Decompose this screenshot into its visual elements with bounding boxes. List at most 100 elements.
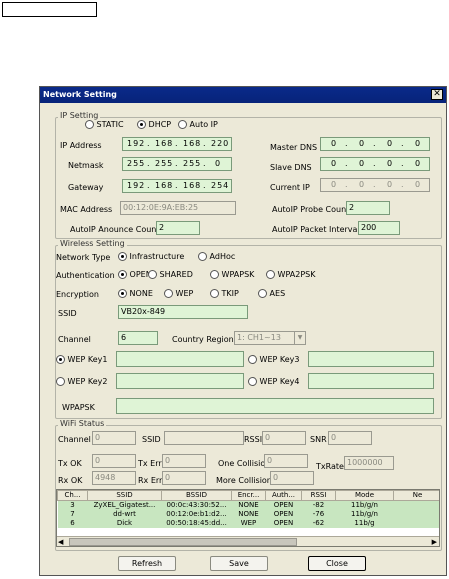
ip-octet: 168 (155, 139, 174, 148)
col-header[interactable]: Encr... (231, 490, 266, 501)
table-cell: OPEN (273, 501, 294, 509)
ip-octet: 220 (211, 139, 230, 148)
current-ip-label: Current IP (270, 183, 310, 192)
wep-key2-radio[interactable] (56, 377, 65, 386)
gateway-field[interactable]: 192. 168. 168. 254 (122, 179, 232, 193)
enc-none[interactable]: NONE (118, 289, 153, 299)
col-header[interactable]: Mode (335, 490, 394, 501)
refresh-button[interactable]: Refresh (118, 556, 176, 571)
authentication-label: Authentication (56, 271, 115, 280)
table-row[interactable]: 6 Dick 00:50:18:45:dd... WEP OPEN -62 11b/g (58, 519, 440, 528)
autoip-interval-label: AutoIP Packet Interval (272, 225, 360, 234)
horizontal-scrollbar[interactable]: ◀ ▶ (57, 536, 439, 546)
auth-wpa2psk[interactable]: WPA2PSK (266, 270, 315, 280)
ip-octet: 168 (183, 139, 202, 148)
network-type-infrastructure[interactable]: Infrastructure (118, 252, 184, 262)
netmask-octet: 0 (215, 159, 222, 168)
wep-key2-option[interactable]: WEP Key2 (56, 377, 107, 387)
ip-address-field[interactable]: 192. 168. 168. 220 (122, 137, 232, 151)
close-button[interactable]: Close (308, 556, 366, 571)
dns-octet: 0 (359, 159, 366, 168)
wpapsk-input[interactable] (116, 398, 434, 414)
none-radio[interactable] (118, 289, 127, 298)
enc-aes[interactable]: AES (258, 289, 285, 299)
netmask-octet: 255 (155, 159, 174, 168)
wep-key3-option[interactable]: WEP Key3 (248, 355, 299, 365)
table-cell: NONE (238, 510, 259, 518)
status-snr-label: SNR (310, 435, 327, 444)
slave-dns-field[interactable]: 0. 0. 0. 0 (320, 157, 430, 171)
close-icon[interactable]: ✕ (431, 89, 443, 100)
netmask-field[interactable]: 255. 255. 255. 0 (122, 157, 232, 171)
wifi-status-label: WiFi Status (58, 419, 107, 429)
gateway-octet: 168 (155, 181, 174, 190)
ip-mode-autoip[interactable]: Auto IP (178, 120, 218, 130)
wep-key3-input[interactable] (308, 351, 434, 367)
country-region-value: 1: CH1~13 (237, 333, 281, 342)
tkip-radio[interactable] (210, 289, 219, 298)
infrastructure-radio[interactable] (118, 252, 127, 261)
auth-wpapsk[interactable]: WPAPSK (210, 270, 254, 280)
wpapsk-radio[interactable] (210, 270, 219, 279)
tkip-label: TKIP (221, 289, 239, 298)
wep-key4-radio[interactable] (248, 377, 257, 386)
shared-radio[interactable] (148, 270, 157, 279)
static-radio[interactable] (85, 120, 94, 129)
current-ip-field: 0. 0. 0. 0 (320, 178, 430, 192)
autoip-probe-input[interactable]: 2 (346, 201, 390, 215)
ssid-input[interactable]: VB20x-849 (118, 305, 248, 319)
col-header[interactable]: SSID (87, 490, 162, 501)
enc-wep[interactable]: WEP (164, 289, 193, 299)
col-header[interactable]: RSSI (301, 490, 336, 501)
table-cell: Dick (116, 519, 133, 527)
wep-radio[interactable] (164, 289, 173, 298)
aes-radio[interactable] (258, 289, 267, 298)
wep-key2-input[interactable] (116, 373, 244, 389)
adhoc-radio[interactable] (198, 252, 207, 261)
ip-mode-dhcp[interactable]: DHCP (137, 120, 171, 130)
master-dns-field[interactable]: 0. 0. 0. 0 (320, 137, 430, 151)
table-row[interactable]: 7 dd-wrt 00:12:0e:b1:d2... NONE OPEN -76 11b/g… (58, 510, 440, 519)
wep-key3-radio[interactable] (248, 355, 257, 364)
shared-label: SHARED (159, 270, 193, 279)
enc-tkip[interactable]: TKIP (210, 289, 239, 299)
scroll-right-icon[interactable]: ▶ (432, 537, 437, 546)
scan-table: Ch... SSID BSSID Encr... Auth... RSSI Mo… (57, 490, 440, 528)
rx-ok-value: 4948 (92, 471, 136, 485)
wep-key1-input[interactable] (116, 351, 244, 367)
wep-key4-option[interactable]: WEP Key4 (248, 377, 299, 387)
wep-key3-label: WEP Key3 (259, 355, 300, 364)
dns-octet: 0 (331, 159, 338, 168)
ip-mode-static[interactable]: STATIC (85, 120, 124, 130)
save-button[interactable]: Save (210, 556, 268, 571)
col-header[interactable]: Ch... (57, 490, 88, 501)
col-header[interactable]: BSSID (161, 490, 232, 501)
scrollbar-thumb[interactable] (69, 538, 297, 546)
autoip-interval-input[interactable]: 200 (358, 221, 400, 235)
col-header[interactable]: Auth... (265, 490, 302, 501)
col-header[interactable]: Ne (393, 490, 439, 501)
autoip-radio[interactable] (178, 120, 187, 129)
wep-key1-option[interactable]: WEP Key1 (56, 355, 107, 365)
status-ssid-label: SSID (142, 435, 161, 444)
wpa2psk-radio[interactable] (266, 270, 275, 279)
dns-octet: 0 (415, 139, 422, 148)
auth-open[interactable]: OPEN (118, 270, 152, 280)
autoip-announce-input[interactable]: 2 (156, 221, 200, 235)
scroll-left-icon[interactable]: ◀ (58, 537, 63, 546)
tx-rate-label: TxRate (316, 462, 344, 471)
table-cell: -82 (312, 501, 325, 509)
wep-key4-input[interactable] (308, 373, 434, 389)
chevron-down-icon[interactable]: ▼ (294, 332, 305, 344)
table-row[interactable]: 3 ZyXEL_Gigatest... 00:0c:43:30:52... NONE O… (58, 501, 440, 511)
auth-shared[interactable]: SHARED (148, 270, 193, 280)
current-ip-octet: 0 (387, 180, 394, 189)
channel-input[interactable]: 6 (118, 331, 158, 345)
country-region-select[interactable]: 1: CH1~13 ▼ (234, 331, 306, 345)
wep-key1-radio[interactable] (56, 355, 65, 364)
wireless-setting-label: Wireless Setting (58, 239, 127, 249)
network-type-adhoc[interactable]: AdHoc (198, 252, 235, 262)
scan-list[interactable]: Ch... SSID BSSID Encr... Auth... RSSI Mo… (56, 489, 440, 547)
dhcp-radio[interactable] (137, 120, 146, 129)
open-radio[interactable] (118, 270, 127, 279)
